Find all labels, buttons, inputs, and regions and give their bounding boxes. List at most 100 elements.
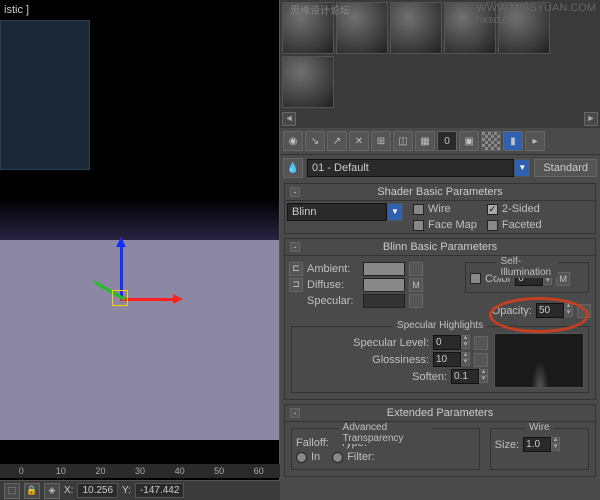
rollout-header[interactable]: - Blinn Basic Parameters [285,239,595,256]
in-radio[interactable] [296,452,307,463]
rollout-header[interactable]: - Shader Basic Parameters [285,184,595,201]
watermark-url: WWW.MISSYUAN.COMhxsd.com [476,2,596,26]
wire-checkbox[interactable] [413,204,424,215]
rollout-header[interactable]: - Extended Parameters [285,405,595,422]
y-value[interactable]: -147.442 [135,483,184,498]
put-to-scene-icon[interactable]: ↘ [305,131,325,151]
material-name-row: 💧 ▼ Standard [280,155,600,181]
self-illum-group: Self-Illumination Color 0 ▲▼ M [465,262,589,293]
material-id-icon[interactable]: 0 [437,131,457,151]
show-end-result-icon[interactable] [481,131,501,151]
timeline-mark: 10 [42,466,81,476]
viewport-3d[interactable] [0,0,279,440]
material-editor: ◄ ► ◉ ↘ ↗ ✕ ⊞ ◫ ▦ 0 ▣ ▮ ▸ 💧 ▼ Standard [280,0,600,500]
facemap-checkbox[interactable] [413,220,424,231]
ambient-label: Ambient: [307,263,359,275]
faceted-label: Faceted [502,219,542,231]
glossiness-spinner[interactable]: 10 ▲▼ [433,352,470,367]
opacity-spinner[interactable]: 50 ▲▼ [536,303,573,318]
transform-gizmo[interactable] [80,240,180,340]
timeline-mark: 40 [160,466,199,476]
axis-x[interactable] [120,298,180,301]
rollout-toggle-icon[interactable]: - [290,187,300,197]
spec-level-map-btn[interactable] [474,336,488,350]
timeline-mark: 60 [239,466,278,476]
scroll-right-icon[interactable]: ► [584,112,598,126]
ambient-color[interactable] [363,262,405,276]
timeline-mark: 50 [200,466,239,476]
go-forward-icon[interactable]: ▸ [525,131,545,151]
put-library-icon[interactable]: ▦ [415,131,435,151]
wire-group: Wire Size: 1.0 ▲▼ [490,428,589,470]
diffuse-lock-icon[interactable]: ⊐ [289,278,303,292]
filter-radio[interactable] [332,452,343,463]
blinn-basic-rollout: - Blinn Basic Parameters ⊏ Ambient: ⊐ [284,238,596,400]
scroll-left-icon[interactable]: ◄ [282,112,296,126]
material-toolbar: ◉ ↘ ↗ ✕ ⊞ ◫ ▦ 0 ▣ ▮ ▸ [280,128,600,155]
material-slot[interactable] [282,56,334,108]
x-label: X: [64,485,73,496]
spec-level-spinner[interactable]: 0 ▲▼ [433,335,470,350]
selfillum-map-btn[interactable]: M [556,272,570,286]
snap-icon[interactable]: ◈ [44,483,60,499]
filter-label: Filter: [347,451,375,463]
color-checkbox[interactable] [470,273,481,284]
material-name-input[interactable] [307,159,514,177]
shader-dropdown-icon[interactable]: ▼ [387,203,403,221]
viewport-panel: istic ] 0 10 20 30 40 50 60 ⬚ 🔒 ◈ X: 1 [0,0,280,500]
timeline[interactable]: 0 10 20 30 40 50 60 [0,464,280,478]
copy-icon[interactable]: ⊞ [371,131,391,151]
status-bar: ⬚ 🔒 ◈ X: 10.256 Y: -147.442 [0,480,280,500]
timeline-mark: 0 [2,466,41,476]
glossiness-map-btn[interactable] [474,353,488,367]
adv-trans-title: Advanced Transparency [339,422,432,444]
go-parent-icon[interactable]: ▮ [503,131,523,151]
soften-spinner[interactable]: 0.1 ▲▼ [451,369,488,384]
timeline-mark: 30 [121,466,160,476]
diffuse-color[interactable] [363,278,405,292]
show-map-icon[interactable]: ▣ [459,131,479,151]
highlight-preview [494,333,584,388]
diffuse-map-btn[interactable]: M [409,278,423,292]
glossiness-label: Glossiness: [296,354,429,366]
wire-size-spinner[interactable]: 1.0 ▲▼ [523,437,560,452]
opacity-map-btn[interactable] [577,304,591,318]
rollout-toggle-icon[interactable]: - [290,408,300,418]
x-value[interactable]: 10.256 [77,483,118,498]
faceted-checkbox[interactable] [487,220,498,231]
get-material-icon[interactable]: ◉ [283,131,303,151]
selection-lock-icon[interactable]: ⬚ [4,483,20,499]
pick-material-icon[interactable]: 💧 [283,158,303,178]
y-label: Y: [122,485,131,496]
opacity-label: Opacity: [492,305,532,317]
diffuse-label: Diffuse: [307,279,359,291]
make-unique-icon[interactable]: ◫ [393,131,413,151]
specular-highlights-group: Specular Highlights Specular Level: 0 ▲▼ [291,326,589,393]
shader-type-select[interactable] [287,203,387,221]
specular-map-btn[interactable] [409,294,423,308]
ambient-map-btn[interactable] [409,262,423,276]
scene-wall [0,20,90,170]
material-name-dropdown[interactable]: ▼ [514,159,530,177]
rollout-toggle-icon[interactable]: - [290,242,300,252]
lock-icon[interactable]: 🔒 [24,483,40,499]
specular-color[interactable] [363,294,405,308]
2sided-checkbox[interactable] [487,204,498,215]
slot-scrollbar[interactable]: ◄ ► [280,110,600,128]
timeline-mark: 20 [81,466,120,476]
ambient-lock-icon[interactable]: ⊏ [289,262,303,276]
2sided-label: 2-Sided [502,203,540,215]
falloff-label: Falloff: [296,437,336,449]
wire-title: Wire [525,422,554,433]
assign-icon[interactable]: ↗ [327,131,347,151]
reset-icon[interactable]: ✕ [349,131,369,151]
in-label: In [311,451,320,463]
spec-level-label: Specular Level: [296,337,429,349]
material-type-button[interactable]: Standard [534,159,597,177]
size-label: Size: [495,439,519,451]
specular-label: Specular: [307,295,359,307]
viewport-label: istic ] [4,4,29,16]
gizmo-box[interactable] [112,290,128,306]
watermark-cn: 思缘设计论坛 [290,2,350,17]
material-slot[interactable] [390,2,442,54]
